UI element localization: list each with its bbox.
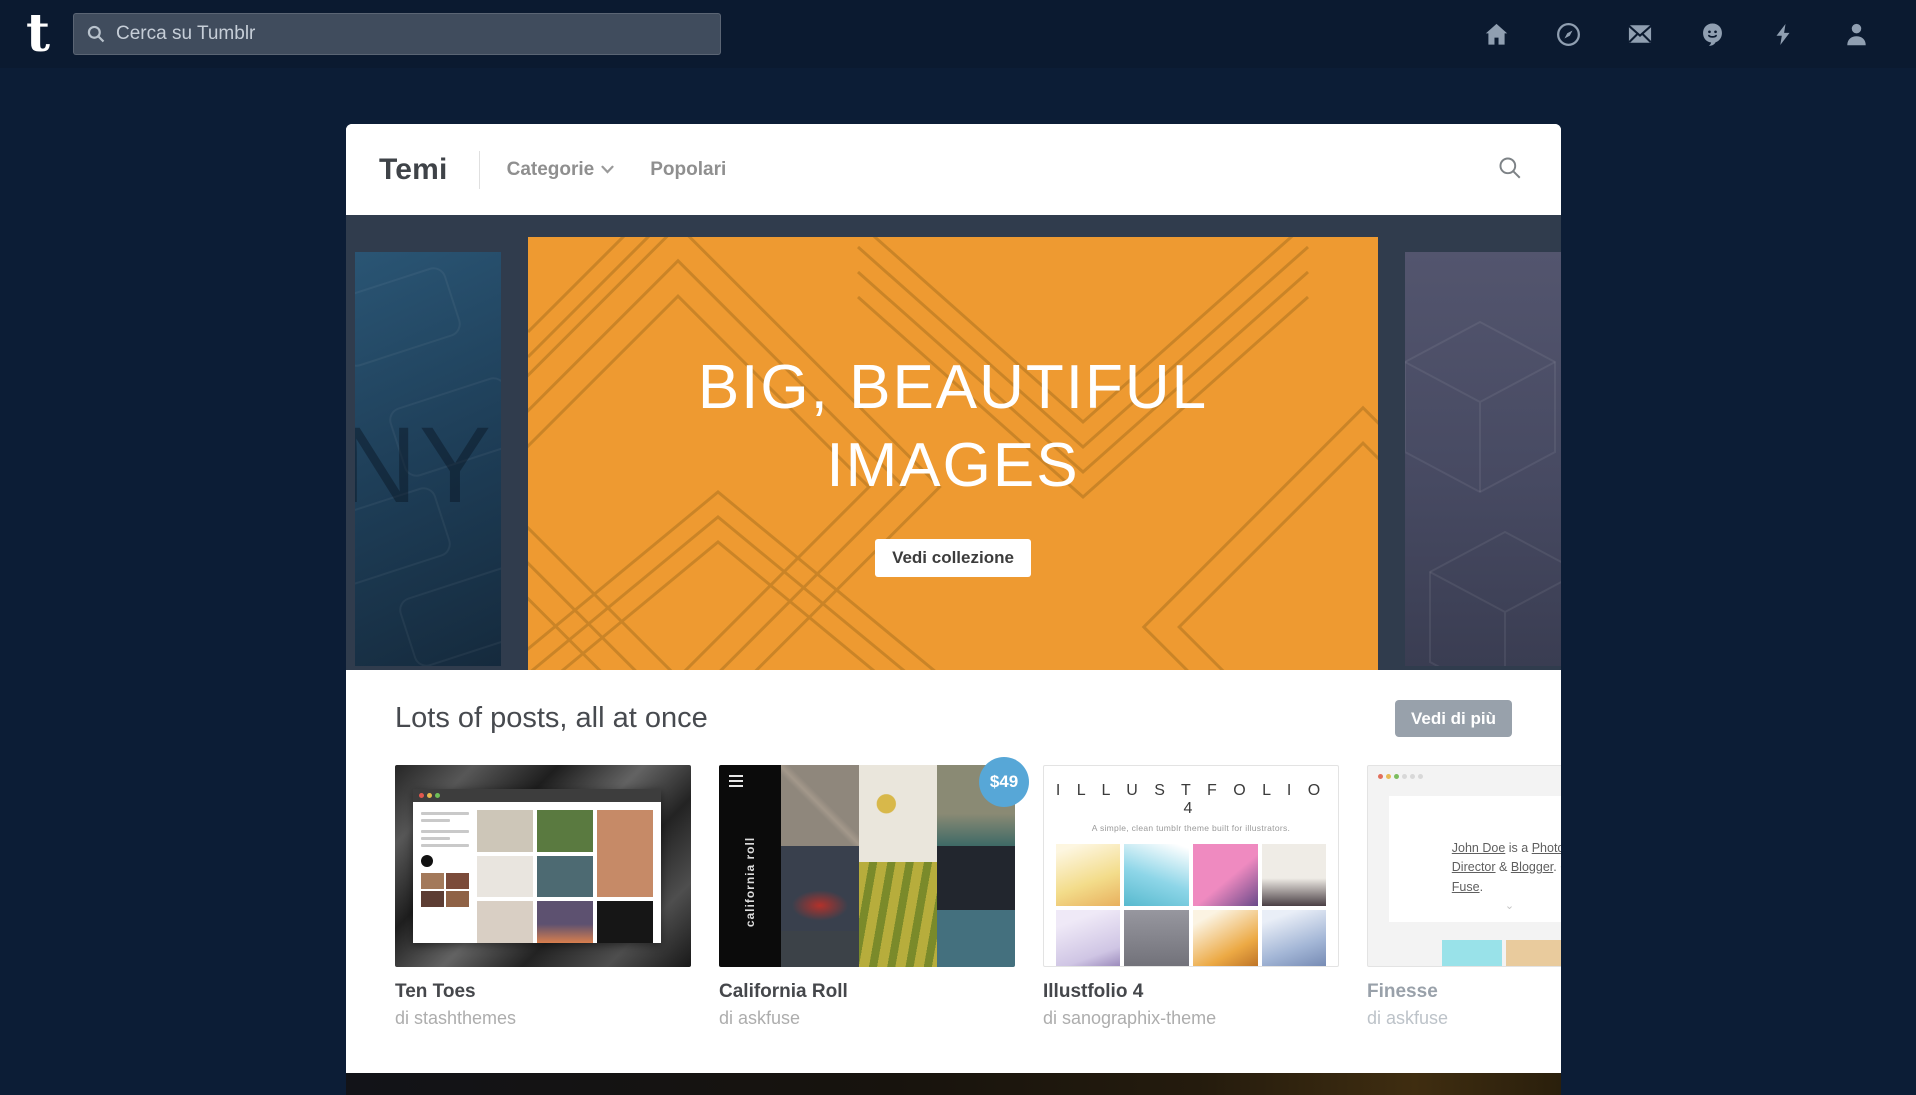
cube-pattern [1405, 252, 1561, 666]
section-heading: Lots of posts, all at once [395, 702, 708, 735]
home-icon[interactable] [1482, 20, 1510, 48]
activity-lightning-icon[interactable] [1770, 20, 1798, 48]
theme-author[interactable]: di sanographix-theme [1043, 1008, 1339, 1029]
theme-title[interactable]: Finesse [1367, 981, 1561, 1003]
theme-thumbnail[interactable]: I L L U S T F O L I O 4 A simple, clean … [1043, 765, 1339, 967]
tumblr-logo[interactable]: t [26, 2, 50, 66]
global-search[interactable] [73, 13, 721, 55]
popular-tab[interactable]: Popolari [650, 159, 726, 181]
theme-thumbnail[interactable]: california roll [719, 765, 1015, 967]
theme-thumbnail[interactable] [395, 765, 691, 967]
hamburger-icon [729, 775, 743, 790]
view-collection-button[interactable]: Vedi collezione [875, 539, 1031, 577]
global-search-input[interactable] [116, 23, 708, 45]
hero-title-line2: IMAGES [826, 427, 1079, 505]
theme-thumbnail[interactable]: John Doe is a Photographer, Creative Dir… [1367, 765, 1561, 967]
chevron-down-icon [601, 165, 614, 174]
prev-banner-text: NY [355, 402, 493, 527]
theme-title[interactable]: Ten Toes [395, 981, 691, 1003]
account-person-icon[interactable] [1842, 20, 1870, 48]
illustration-grid [1056, 844, 1326, 967]
next-section-peek [346, 1073, 1561, 1095]
theme-author[interactable]: di askfuse [719, 1008, 1015, 1029]
thumb-blog-title: california roll [743, 837, 757, 927]
price-badge: $49 [979, 757, 1029, 807]
tumblr-theme-garden: t [0, 0, 1916, 1095]
featured-collection-banner[interactable]: BIG, BEAUTIFUL IMAGES Vedi collezione [528, 237, 1378, 670]
search-icon [86, 24, 106, 44]
theme-title[interactable]: California Roll [719, 981, 1015, 1003]
categories-dropdown[interactable]: Categorie [507, 159, 615, 181]
thumb-theme-title: I L L U S T F O L I O 4 [1044, 782, 1338, 818]
categories-label: Categorie [507, 159, 595, 181]
browser-window [413, 789, 662, 943]
theme-author[interactable]: di stashthemes [395, 1008, 691, 1029]
themes-panel: Temi Categorie Popolari [346, 124, 1561, 1095]
featured-carousel: NY [346, 215, 1561, 670]
theme-card-finesse[interactable]: John Doe is a Photographer, Creative Dir… [1367, 765, 1561, 1029]
panel-header: Temi Categorie Popolari [346, 124, 1561, 215]
posts-section: Lots of posts, all at once Vedi di più [346, 670, 1561, 1029]
page-background: Temi Categorie Popolari [0, 68, 1916, 1095]
carousel-next-banner[interactable] [1405, 252, 1561, 666]
theme-card-ten-toes[interactable]: Ten Toes di stashthemes [395, 765, 691, 1029]
thumb-page: John Doe is a Photographer, Creative Dir… [1389, 796, 1561, 922]
panel-search-button[interactable] [1491, 150, 1529, 188]
carousel-prev-banner[interactable]: NY [355, 252, 501, 666]
explore-compass-icon[interactable] [1554, 20, 1582, 48]
search-icon [1497, 155, 1523, 181]
chat-smiley-icon[interactable] [1698, 20, 1726, 48]
theme-author[interactable]: di askfuse [1367, 1008, 1561, 1029]
messages-envelope-icon[interactable] [1626, 20, 1654, 48]
page-title: Temi [379, 153, 448, 187]
browser-dots [1378, 774, 1423, 779]
theme-card-california-roll[interactable]: $49 california roll [719, 765, 1015, 1029]
top-navbar: t [0, 0, 1916, 68]
header-divider [479, 151, 480, 189]
thumb-theme-subtitle: A simple, clean tumblr theme built for i… [1044, 823, 1338, 833]
hero-title-line1: BIG, BEAUTIFUL [698, 349, 1208, 427]
see-more-button[interactable]: Vedi di più [1395, 700, 1512, 737]
theme-title[interactable]: Illustfolio 4 [1043, 981, 1339, 1003]
theme-cards-row: Ten Toes di stashthemes $49 california r… [395, 765, 1512, 1029]
navbar-icons [1482, 0, 1870, 68]
thumb-bio-text: John Doe is a Photographer, Creative Dir… [1452, 839, 1561, 897]
hero-content: BIG, BEAUTIFUL IMAGES Vedi collezione [528, 237, 1378, 670]
theme-card-illustfolio-4[interactable]: I L L U S T F O L I O 4 A simple, clean … [1043, 765, 1339, 1029]
thumb-photo-strip [1442, 940, 1562, 966]
chevron-down-icon: ⌄ [1505, 899, 1514, 912]
popular-label: Popolari [650, 159, 726, 181]
